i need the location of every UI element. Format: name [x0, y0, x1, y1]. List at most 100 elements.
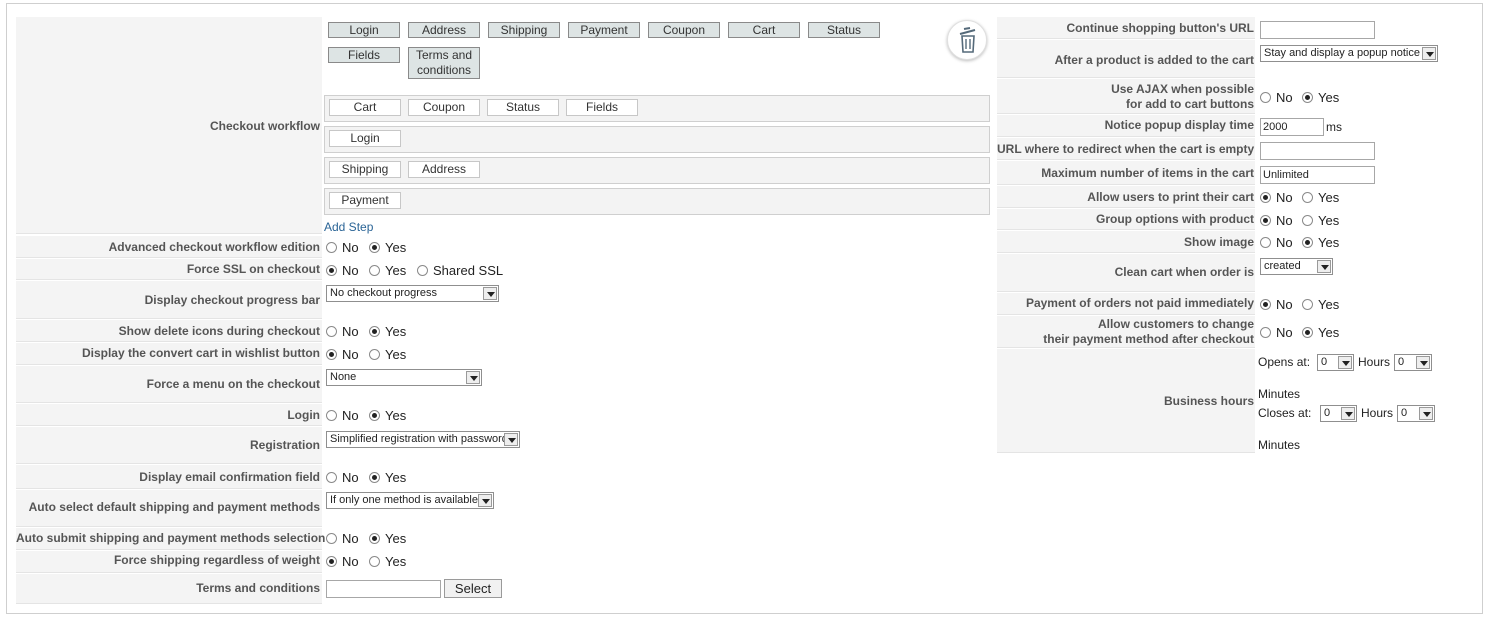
auto-submit-yes-radio[interactable] — [369, 533, 380, 544]
login-yes-radio[interactable] — [369, 410, 380, 421]
wishlist-yes-radio[interactable] — [369, 349, 380, 360]
available-step-address[interactable]: Address — [408, 22, 480, 38]
step4-payment[interactable]: Payment — [329, 192, 401, 209]
email-no-radio[interactable] — [326, 472, 337, 483]
registration-select[interactable]: Simplified registration with password — [326, 431, 520, 448]
ssl-shared-text: Shared SSL — [433, 263, 504, 278]
print-no-radio[interactable] — [1260, 192, 1271, 203]
wishlist-no-radio[interactable] — [326, 349, 337, 360]
available-step-coupon[interactable]: Coupon — [648, 22, 720, 38]
change-no-radio[interactable] — [1260, 327, 1271, 338]
available-step-shipping[interactable]: Shipping — [488, 22, 560, 38]
after-added-label: After a product is added to the cart — [1054, 53, 1254, 67]
email-yes-radio[interactable] — [369, 472, 380, 483]
workflow-step-2[interactable] — [324, 126, 990, 153]
available-step-cart[interactable]: Cart — [728, 22, 800, 38]
available-step-status[interactable]: Status — [808, 22, 880, 38]
force-menu-label: Force a menu on the checkout — [146, 377, 320, 391]
trash-icon-graphic — [959, 27, 976, 53]
wishlist-label: Display the convert cart in wishlist but… — [81, 346, 320, 360]
group-no-radio[interactable] — [1260, 215, 1271, 226]
login-yes-text: Yes — [385, 408, 407, 423]
email-confirm-label: Display email confirmation field — [139, 470, 320, 484]
delete-yes-radio[interactable] — [369, 326, 380, 337]
closes-minutes-select[interactable]: 0 — [1397, 405, 1435, 422]
opens-hours-text: Hours — [1358, 355, 1391, 369]
trash-icon[interactable] — [947, 20, 987, 60]
progress-bar-label: Display checkout progress bar — [144, 293, 320, 307]
login-label: Login — [287, 408, 320, 422]
change-yes-text: Yes — [1318, 325, 1340, 340]
opens-at-text: Opens at: — [1258, 355, 1311, 369]
ssl-shared-radio[interactable] — [417, 265, 428, 276]
checkout-workflow-label: Checkout workflow — [209, 119, 320, 133]
group-yes-text: Yes — [1318, 213, 1340, 228]
notice-time-unit: ms — [1326, 120, 1342, 134]
login-no-radio[interactable] — [326, 410, 337, 421]
advanced-workflow-label: Advanced checkout workflow edition — [108, 240, 320, 254]
change-payment-label: Allow customers to change their payment m… — [1043, 317, 1254, 346]
max-items-input[interactable]: Unlimited — [1260, 166, 1375, 184]
closes-minutes-text: Minutes — [1258, 438, 1301, 452]
auto-submit-no-text: No — [342, 531, 359, 546]
ssl-no-radio[interactable] — [326, 265, 337, 276]
step3-shipping[interactable]: Shipping — [329, 161, 401, 178]
force-shipping-yes-radio[interactable] — [369, 556, 380, 567]
force-shipping-label: Force shipping regardless of weight — [113, 553, 320, 567]
opens-minutes-select[interactable]: 0 — [1394, 354, 1432, 371]
advanced-no-text: No — [342, 240, 359, 255]
change-yes-radio[interactable] — [1302, 327, 1313, 338]
available-step-payment[interactable]: Payment — [568, 22, 640, 38]
email-no-text: No — [342, 470, 359, 485]
redirect-url-label: URL where to redirect when the cart is e… — [997, 142, 1255, 156]
image-yes-radio[interactable] — [1302, 237, 1313, 248]
step1-status[interactable]: Status — [487, 99, 559, 116]
workflow-step-4[interactable] — [324, 188, 990, 215]
login-no-text: No — [342, 408, 359, 423]
image-no-radio[interactable] — [1260, 237, 1271, 248]
advanced-yes-radio[interactable] — [369, 242, 380, 253]
ajax-no-radio[interactable] — [1260, 92, 1271, 103]
step1-cart[interactable]: Cart — [329, 99, 401, 116]
group-yes-radio[interactable] — [1302, 215, 1313, 226]
continue-url-input[interactable] — [1260, 21, 1375, 39]
step3-address[interactable]: Address — [408, 161, 480, 178]
terms-input[interactable] — [326, 580, 441, 598]
notpaid-no-text: No — [1276, 297, 1293, 312]
auto-select-select[interactable]: If only one method is available — [326, 492, 494, 509]
redirect-url-input[interactable] — [1260, 142, 1375, 160]
delete-yes-text: Yes — [385, 324, 407, 339]
chevron-down-icon — [1341, 407, 1355, 420]
print-yes-radio[interactable] — [1302, 192, 1313, 203]
terms-label: Terms and conditions — [196, 581, 320, 595]
terms-select-button[interactable]: Select — [444, 579, 502, 598]
chevron-down-icon — [1422, 47, 1436, 60]
notpaid-yes-radio[interactable] — [1302, 299, 1313, 310]
notice-time-input[interactable]: 2000 — [1260, 118, 1324, 136]
after-added-select[interactable]: Stay and display a popup notice — [1260, 45, 1438, 62]
notpaid-no-radio[interactable] — [1260, 299, 1271, 310]
ssl-yes-radio[interactable] — [369, 265, 380, 276]
ajax-yes-radio[interactable] — [1302, 92, 1313, 103]
auto-submit-no-radio[interactable] — [326, 533, 337, 544]
delete-no-radio[interactable] — [326, 326, 337, 337]
available-step-login[interactable]: Login — [328, 22, 400, 38]
opens-hours-select[interactable]: 0 — [1317, 354, 1354, 371]
force-menu-select[interactable]: None — [326, 369, 482, 386]
image-no-text: No — [1276, 235, 1293, 250]
ajax-no-text: No — [1276, 90, 1293, 105]
clean-cart-select[interactable]: created — [1260, 258, 1333, 275]
available-step-terms[interactable]: Terms and conditions — [408, 47, 480, 79]
step1-coupon[interactable]: Coupon — [408, 99, 480, 116]
wishlist-no-text: No — [342, 347, 359, 362]
step1-fields[interactable]: Fields — [566, 99, 638, 116]
progress-bar-select[interactable]: No checkout progress — [326, 285, 499, 302]
group-options-label: Group options with product — [1096, 212, 1254, 226]
add-step-link[interactable]: Add Step — [324, 220, 373, 234]
force-shipping-no-radio[interactable] — [326, 556, 337, 567]
wishlist-yes-text: Yes — [385, 347, 407, 362]
closes-hours-select[interactable]: 0 — [1320, 405, 1357, 422]
advanced-no-radio[interactable] — [326, 242, 337, 253]
step2-login[interactable]: Login — [329, 130, 401, 147]
available-step-fields[interactable]: Fields — [328, 47, 400, 63]
